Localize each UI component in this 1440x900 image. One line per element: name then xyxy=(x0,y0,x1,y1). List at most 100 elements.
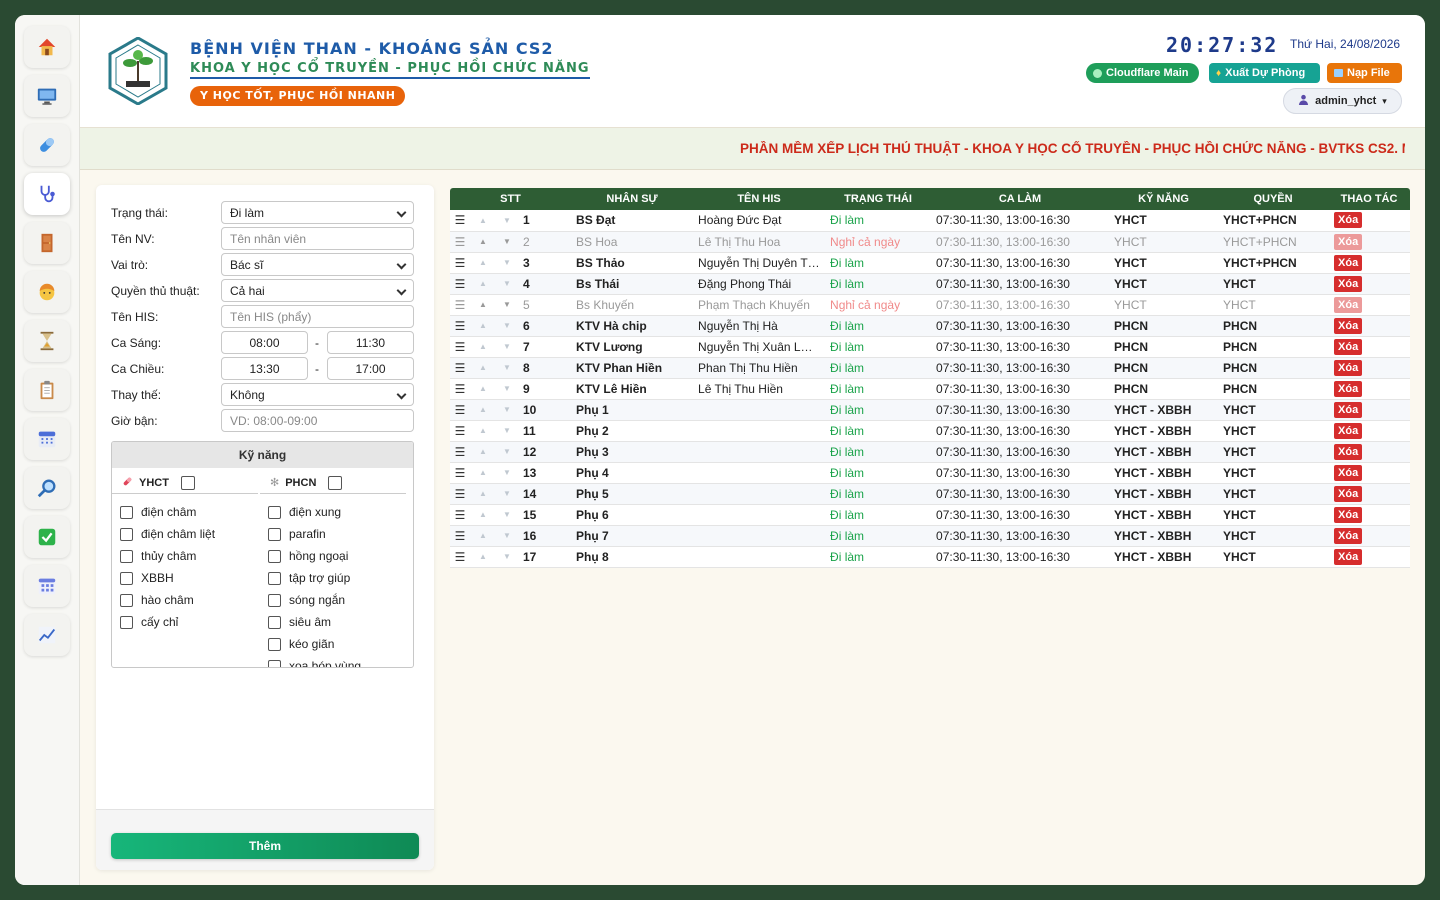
move-up-icon[interactable]: ▲ xyxy=(470,315,496,337)
skill-checkbox[interactable] xyxy=(120,505,133,519)
table-row[interactable]: ☰ ▲ ▼ 8 KTV Phan Hiền Phan Thị Thu Hiền Đi làm… xyxy=(450,357,1411,379)
drag-handle-icon[interactable]: ☰ xyxy=(450,231,470,253)
home-icon[interactable] xyxy=(24,26,70,68)
role-select[interactable]: Bác sĩ xyxy=(221,253,414,276)
col-header-staff[interactable]: NHÂN SỰ xyxy=(571,188,694,210)
skill-checkbox[interactable] xyxy=(268,549,281,563)
drag-handle-icon[interactable]: ☰ xyxy=(450,420,470,442)
yhct-skill-item[interactable]: thủy châm xyxy=(120,549,196,563)
delete-button[interactable]: Xóa xyxy=(1334,359,1363,376)
table-row[interactable]: ☰ ▲ ▼ 3 BS Thảo Nguyễn Thị Duyên Th... Đi làm 0… xyxy=(450,252,1411,274)
calendar-grid-icon[interactable] xyxy=(24,565,70,607)
drag-handle-icon[interactable]: ☰ xyxy=(450,399,470,421)
phcn-skill-item[interactable]: sóng ngắn xyxy=(268,593,345,607)
move-up-icon[interactable]: ▲ xyxy=(470,462,496,484)
move-down-icon[interactable]: ▼ xyxy=(496,336,518,358)
search-icon[interactable] xyxy=(24,467,70,509)
delete-button[interactable]: Xóa xyxy=(1334,443,1363,460)
add-button[interactable]: Thêm xyxy=(111,833,419,859)
pill-icon[interactable] xyxy=(24,124,70,166)
move-down-icon[interactable]: ▼ xyxy=(496,252,518,274)
table-row[interactable]: ☰ ▲ ▼ 6 KTV Hà chip Nguyễn Thị Hà Đi làm 07:30-… xyxy=(450,315,1411,337)
col-header-status[interactable]: TRẠNG THÁI xyxy=(825,188,932,210)
move-up-icon[interactable]: ▲ xyxy=(470,441,496,463)
move-up-icon[interactable]: ▲ xyxy=(470,210,496,232)
skill-checkbox[interactable] xyxy=(120,593,133,607)
move-up-icon[interactable]: ▲ xyxy=(470,336,496,358)
delete-button[interactable]: Xóa xyxy=(1334,422,1363,439)
drag-handle-icon[interactable]: ☰ xyxy=(450,483,470,505)
drag-handle-icon[interactable]: ☰ xyxy=(450,546,470,568)
phcn-select-all-checkbox[interactable] xyxy=(328,475,343,490)
move-down-icon[interactable]: ▼ xyxy=(496,315,518,337)
morning-end-input[interactable]: 11:30 xyxy=(327,331,414,354)
drag-handle-icon[interactable]: ☰ xyxy=(450,273,470,295)
yhct-skill-item[interactable]: điện châm xyxy=(120,505,196,519)
table-row[interactable]: ☰ ▲ ▼ 12 Phụ 3 Đi làm 07:30-11:30, 13:00-16:30… xyxy=(450,441,1411,463)
status-select[interactable]: Đi làm xyxy=(221,201,414,224)
table-row[interactable]: ☰ ▲ ▼ 1 BS Đạt Hoàng Đức Đạt Đi làm 07:30-11:30… xyxy=(450,210,1411,232)
table-row[interactable]: ☰ ▲ ▼ 14 Phụ 5 Đi làm 07:30-11:30, 13:00-16:30… xyxy=(450,483,1411,505)
delete-button[interactable]: Xóa xyxy=(1334,317,1363,334)
morning-start-input[interactable]: 08:00 xyxy=(221,331,308,354)
delete-button[interactable]: Xóa xyxy=(1334,254,1363,271)
move-up-icon[interactable]: ▲ xyxy=(470,378,496,400)
drag-handle-icon[interactable]: ☰ xyxy=(450,525,470,547)
move-down-icon[interactable]: ▼ xyxy=(496,294,518,316)
calendar-icon[interactable] xyxy=(24,418,70,460)
move-up-icon[interactable]: ▲ xyxy=(470,525,496,547)
col-header-skill[interactable]: KỸ NĂNG xyxy=(1109,188,1219,210)
col-header-stt[interactable]: STT xyxy=(450,188,572,210)
yhct-skill-item[interactable]: XBBH xyxy=(120,571,174,585)
phcn-skill-item[interactable]: xoa bóp vùng xyxy=(268,659,361,667)
table-row[interactable]: ☰ ▲ ▼ 17 Phụ 8 Đi làm 07:30-11:30, 13:00-16:30… xyxy=(450,546,1411,568)
table-row[interactable]: ☰ ▲ ▼ 4 Bs Thái Đặng Phong Thái Đi làm 07:30-11… xyxy=(450,273,1411,295)
drag-handle-icon[interactable]: ☰ xyxy=(450,210,470,232)
move-up-icon[interactable]: ▲ xyxy=(470,483,496,505)
phcn-skill-item[interactable]: điện xung xyxy=(268,505,341,519)
drag-handle-icon[interactable]: ☰ xyxy=(450,315,470,337)
phcn-skill-item[interactable]: hồng ngoại xyxy=(268,549,348,563)
delete-button[interactable]: Xóa xyxy=(1334,212,1363,229)
yhct-skill-item[interactable]: cấy chỉ xyxy=(120,615,178,629)
name-input[interactable]: Tên nhân viên xyxy=(221,227,414,250)
move-down-icon[interactable]: ▼ xyxy=(496,462,518,484)
stethoscope-icon[interactable] xyxy=(24,173,70,215)
table-row[interactable]: ☰ ▲ ▼ 2 BS Hoa Lê Thị Thu Hoa Nghỉ cả ngày 07:3… xyxy=(450,231,1411,253)
col-header-shift[interactable]: CA LÀM xyxy=(931,188,1110,210)
export-backup-button[interactable]: ♦ Xuất Dự Phòng xyxy=(1209,63,1320,83)
col-header-actions[interactable]: THAO TÁC xyxy=(1328,188,1411,210)
table-row[interactable]: ☰ ▲ ▼ 9 KTV Lê Hiền Lê Thị Thu Hiền Đi làm 07:3… xyxy=(450,378,1411,400)
cloudflare-main-button[interactable]: Cloudflare Main xyxy=(1086,63,1199,83)
drag-handle-icon[interactable]: ☰ xyxy=(450,336,470,358)
chart-icon[interactable] xyxy=(24,614,70,656)
skill-checkbox[interactable] xyxy=(120,527,133,541)
move-up-icon[interactable]: ▲ xyxy=(470,231,496,253)
drag-handle-icon[interactable]: ☰ xyxy=(450,294,470,316)
delete-button[interactable]: Xóa xyxy=(1334,506,1363,523)
move-down-icon[interactable]: ▼ xyxy=(496,399,518,421)
col-header-permission[interactable]: QUYỀN xyxy=(1218,188,1329,210)
permission-select[interactable]: Cả hai xyxy=(221,279,414,302)
drag-handle-icon[interactable]: ☰ xyxy=(450,357,470,379)
move-down-icon[interactable]: ▼ xyxy=(496,273,518,295)
user-menu-button[interactable]: admin_yhct ▾ xyxy=(1283,88,1402,114)
skill-checkbox[interactable] xyxy=(268,505,281,519)
move-down-icon[interactable]: ▼ xyxy=(496,483,518,505)
table-row[interactable]: ☰ ▲ ▼ 5 Bs Khuyến Phạm Thạch Khuyến Nghỉ cả ng… xyxy=(450,294,1411,316)
move-up-icon[interactable]: ▲ xyxy=(470,294,496,316)
drag-handle-icon[interactable]: ☰ xyxy=(450,462,470,484)
skill-checkbox[interactable] xyxy=(120,615,133,629)
skill-checkbox[interactable] xyxy=(268,659,281,667)
move-down-icon[interactable]: ▼ xyxy=(496,357,518,379)
skill-checkbox[interactable] xyxy=(268,527,281,541)
move-up-icon[interactable]: ▲ xyxy=(470,252,496,274)
move-up-icon[interactable]: ▲ xyxy=(470,273,496,295)
phcn-skill-item[interactable]: kéo giãn xyxy=(268,637,334,651)
table-row[interactable]: ☰ ▲ ▼ 7 KTV Lương Nguyễn Thị Xuân Lươ... Đi là… xyxy=(450,336,1411,358)
drag-handle-icon[interactable]: ☰ xyxy=(450,378,470,400)
move-down-icon[interactable]: ▼ xyxy=(496,231,518,253)
delete-button[interactable]: Xóa xyxy=(1334,527,1363,544)
skill-checkbox[interactable] xyxy=(268,593,281,607)
skill-checkbox[interactable] xyxy=(268,615,281,629)
